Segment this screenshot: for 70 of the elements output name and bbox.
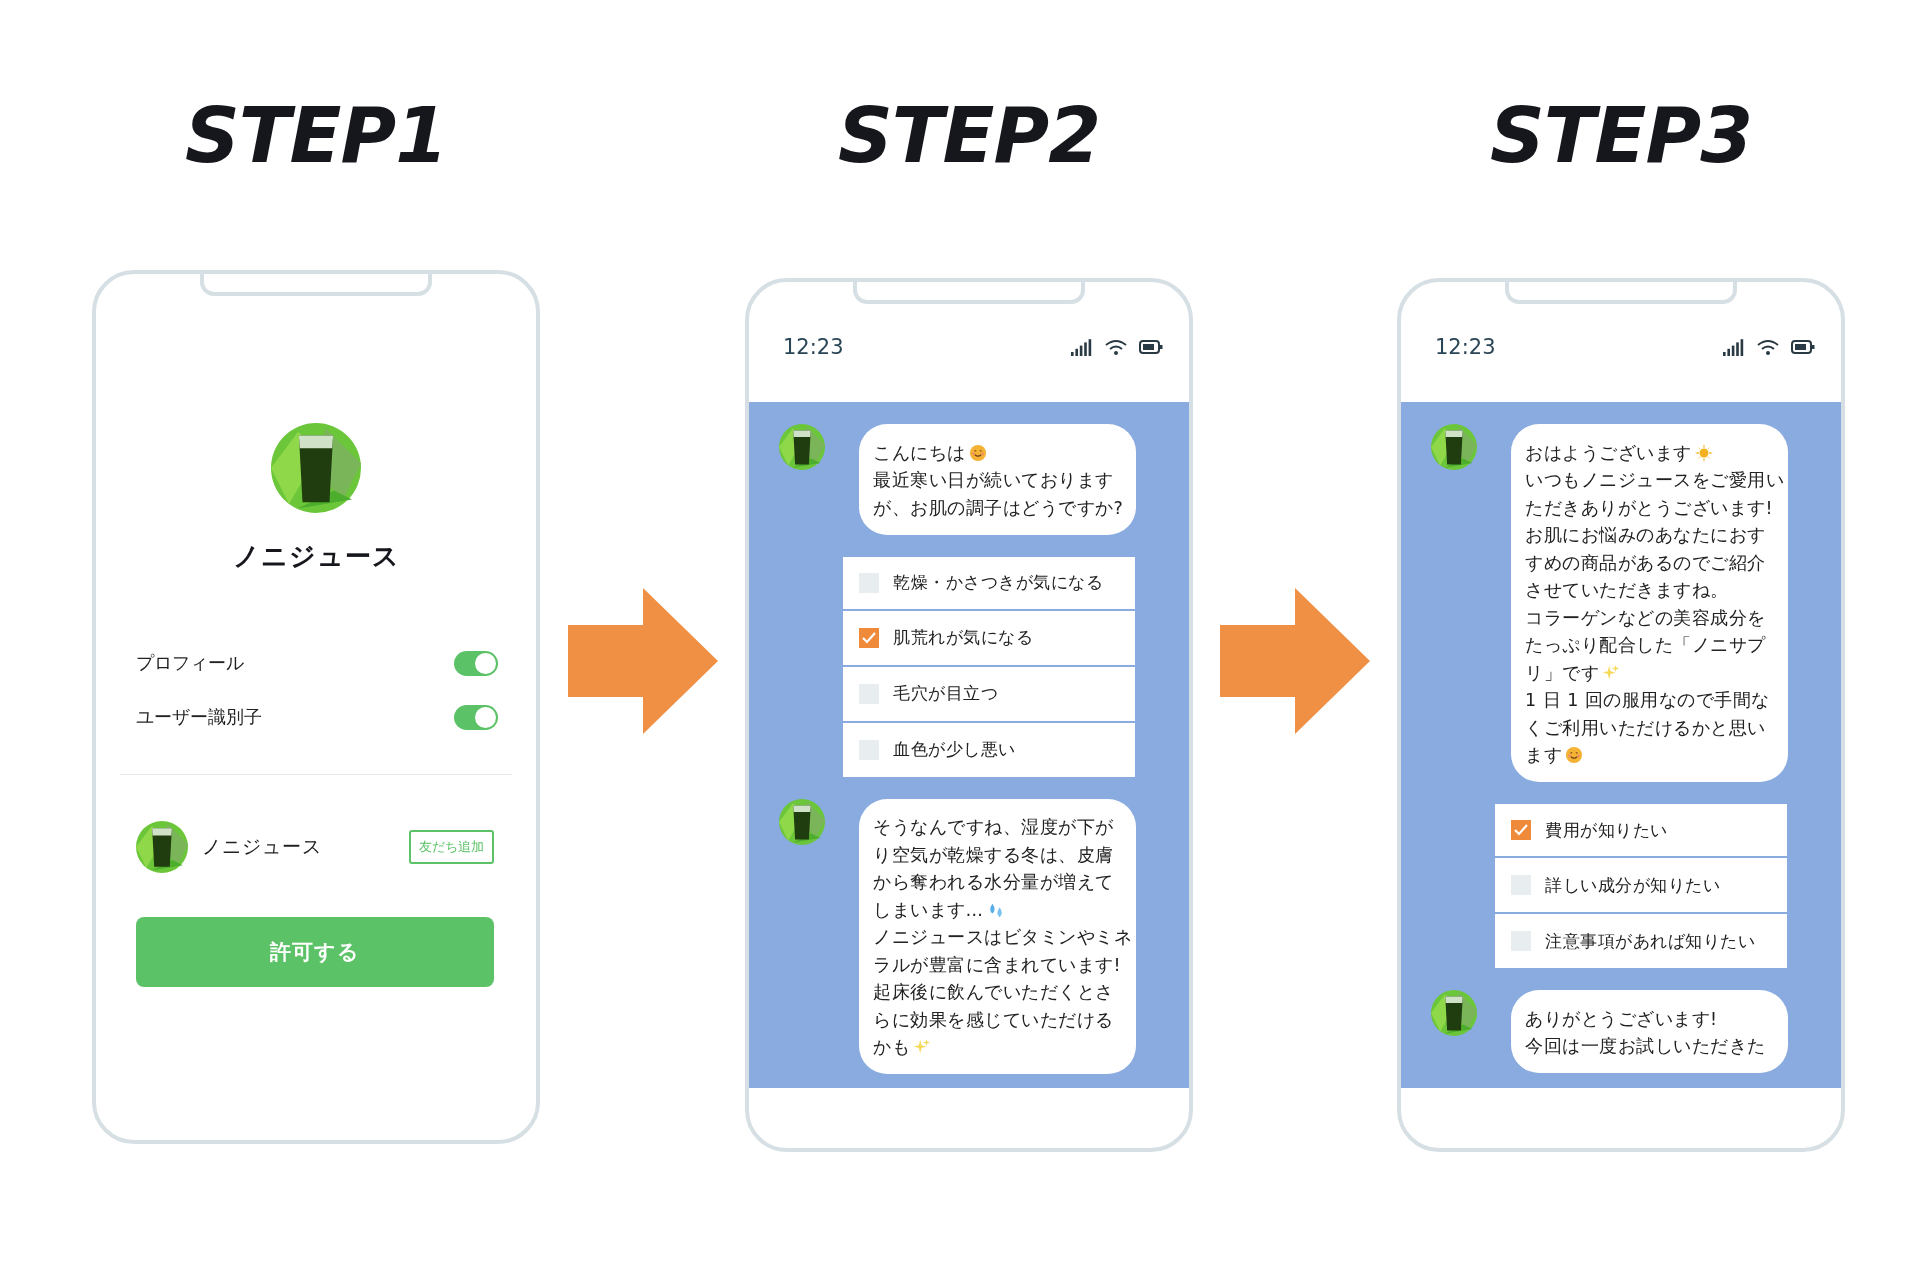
juice-logo-icon (779, 798, 825, 845)
option-label: 肌荒れが気になる (893, 626, 1033, 649)
message-text: 最近寒い日が続いております (873, 469, 1114, 493)
status-time: 12:23 (1435, 335, 1497, 359)
message-text: らに効果を感じていただける (873, 1008, 1114, 1032)
option-label: 詳しい成分が知りたい (1545, 873, 1720, 897)
message-text: しまいます… (873, 898, 984, 922)
option-label: 毛穴が目立つ (893, 682, 998, 705)
account-name: ノニジュース (202, 834, 323, 859)
answer-option[interactable]: 肌荒れが気になる (843, 608, 1135, 665)
permission-label: ユーザー識別子 (136, 705, 262, 729)
message-text: リ」です (1525, 661, 1599, 685)
account-name: ノニジュース (232, 540, 400, 573)
message-text: ありがとうございます! (1525, 1007, 1718, 1031)
message-text: コラーゲンなどの美容成分を (1525, 606, 1766, 630)
battery-icon (1139, 340, 1163, 354)
step-title: STEP1 (184, 90, 448, 180)
permission-toggle[interactable] (454, 650, 498, 676)
message-text: 今回は一度お試しいただきた (1525, 1035, 1766, 1059)
message-text: り空気が乾燥する冬は、皮膚 (873, 843, 1114, 867)
answer-option[interactable]: 毛穴が目立つ (843, 664, 1135, 721)
message-text: ただきありがとうございます! (1525, 496, 1773, 520)
smiling-face-icon (1565, 746, 1583, 765)
signal-icon (1723, 338, 1745, 356)
message-text: おはようございます (1525, 441, 1692, 465)
juice-logo-icon (1431, 424, 1477, 470)
permission-label: プロフィール (136, 651, 244, 675)
message-text: たっぷり配合した「ノニサプ (1525, 634, 1766, 658)
sun-icon (1694, 443, 1713, 462)
step-title: STEP2 (837, 90, 1101, 180)
wifi-icon (1105, 338, 1127, 356)
message-text: ます (1525, 744, 1562, 768)
smiling-face-icon (968, 443, 987, 462)
message-text: 起床後に飲んでいただくとさ (873, 981, 1114, 1005)
message-text: いつもノニジュースをご愛用い (1525, 469, 1784, 493)
message-text: かも (873, 1036, 910, 1060)
message-text: すめの商品があるのでご紹介 (1525, 551, 1766, 575)
message-text: お肌にお悩みのあなたにおす (1525, 524, 1766, 548)
answer-option[interactable]: 費用が知りたい (1495, 804, 1787, 856)
checkbox[interactable] (1511, 820, 1531, 840)
arrow-icon (1220, 588, 1370, 734)
message-text: させていただきますね。 (1525, 579, 1729, 603)
message-text: くご利用いただけるかと思い (1525, 716, 1766, 740)
answer-option[interactable]: 注意事項があれば知りたい (1495, 912, 1787, 968)
option-label: 注意事項があれば知りたい (1545, 929, 1755, 953)
message-text: から奪われる水分量が増えて (873, 871, 1114, 895)
juice-logo-icon (1431, 990, 1477, 1036)
message-text: が、お肌の調子はどうですか? (873, 496, 1124, 520)
message-text: 1 日 1 回の服用なので手間な (1525, 689, 1770, 713)
permission-toggle[interactable] (454, 704, 498, 730)
option-label: 費用が知りたい (1545, 818, 1668, 842)
option-label: 乾燥・かさつきが気になる (893, 571, 1103, 594)
juice-logo-icon (271, 423, 361, 513)
answer-option[interactable]: 乾燥・かさつきが気になる (843, 556, 1135, 609)
answer-option[interactable]: 詳しい成分が知りたい (1495, 856, 1787, 912)
wifi-icon (1757, 338, 1779, 356)
status-time: 12:23 (783, 335, 845, 359)
message-text: ラルが豊富に含まれています! (873, 953, 1121, 977)
battery-icon (1791, 340, 1815, 354)
juice-logo-icon (779, 424, 825, 470)
arrow-icon (567, 588, 718, 734)
message-text: そうなんですね、湿度が下が (873, 816, 1114, 840)
signal-icon (1071, 338, 1093, 356)
message-text: こんにちは (873, 441, 966, 465)
option-label: 血色が少し悪い (893, 738, 1016, 761)
juice-logo-icon (136, 821, 188, 873)
message-text: ノニジュースはビタミンやミネ (873, 926, 1132, 950)
step-title: STEP3 (1489, 90, 1753, 180)
answer-option[interactable]: 血色が少し悪い (843, 720, 1135, 777)
checkbox[interactable] (859, 627, 879, 648)
